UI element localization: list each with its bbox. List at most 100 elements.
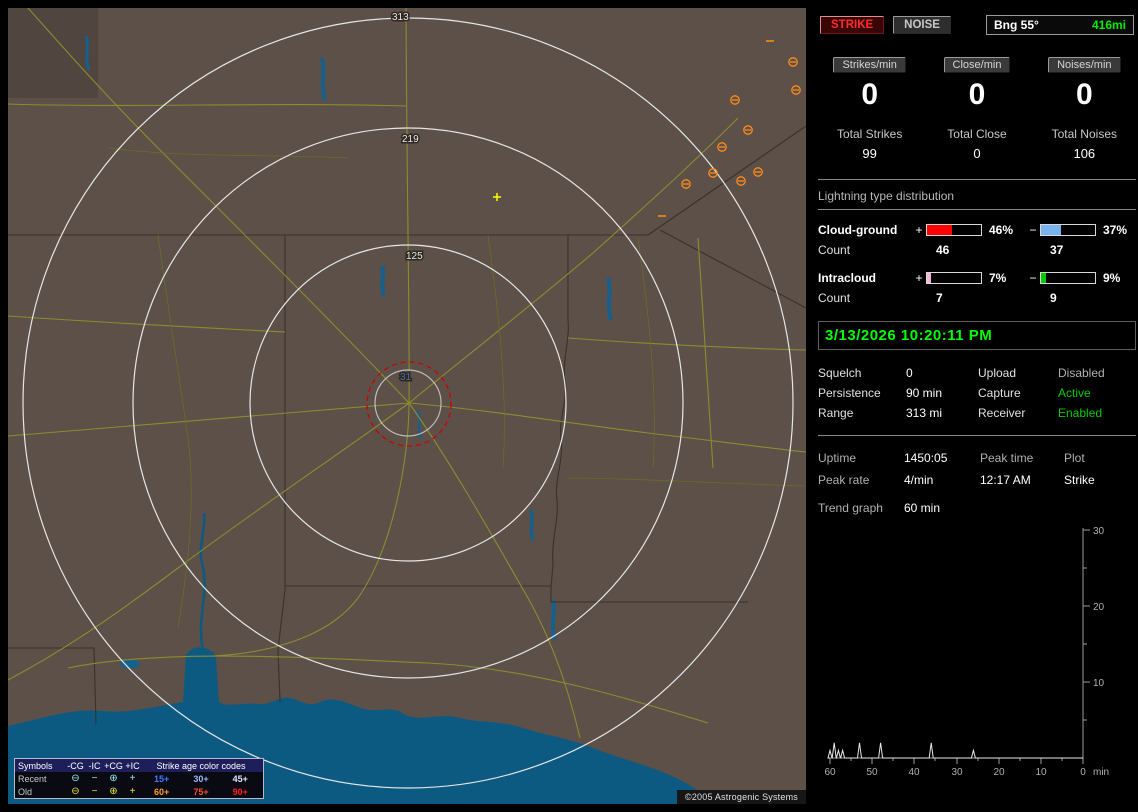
peak-rate-value: 4/min	[904, 473, 934, 487]
peak-rate-label: Peak rate	[818, 473, 870, 487]
legend-old-row: Old ⊖ − ⊕ + 60+ 75+ 90+	[15, 785, 263, 798]
app-window: 313 219 125 31 Symbols -CG -IC +CG +IC S…	[0, 0, 1138, 812]
trend-trace	[827, 742, 1083, 759]
settings-block: Squelch 0 Upload Disabled Persistence 90…	[818, 363, 1136, 423]
side-panel: STRIKE NOISE Bng 55° 416mi Strikes/min 0…	[816, 0, 1138, 812]
age-90: 90+	[232, 786, 248, 797]
strikes-per-min-column: Strikes/min 0 Total Strikes 99	[816, 57, 923, 161]
trend-x-tick: 30	[951, 767, 963, 778]
upload-status: Disabled	[1058, 366, 1105, 380]
map-area[interactable]: 313 219 125 31 Symbols -CG -IC +CG +IC S…	[8, 8, 806, 804]
old-pcg-icon: ⊕	[109, 785, 118, 797]
range-label: Range	[818, 406, 854, 420]
bearing-display: Bng 55° 416mi	[986, 15, 1134, 35]
trend-x-tick: 20	[993, 767, 1005, 778]
old-pic-icon: +	[129, 785, 136, 797]
recent-nic-icon: −	[91, 772, 98, 784]
session-row: Uptime 1450:05 Peak time Plot	[818, 447, 1136, 469]
age-15: 15+	[154, 773, 170, 784]
settings-row: Squelch 0 Upload Disabled	[818, 363, 1136, 383]
intracloud-count-row: Count 7 9	[818, 288, 1136, 308]
intracloud-negative-pct: 9%	[1103, 271, 1121, 285]
legend-col-pcg: +CG	[104, 760, 123, 771]
trend-graph-range: 60 min	[904, 501, 941, 515]
intracloud-label: Intracloud	[818, 271, 877, 285]
persistence-label: Persistence	[818, 386, 881, 400]
trend-y-tick: 30	[1093, 526, 1105, 537]
trend-x-tick: 50	[866, 767, 878, 778]
persistence-value: 90 min	[906, 386, 943, 400]
total-noises-value: 106	[1073, 146, 1096, 161]
separator	[818, 179, 1136, 180]
strike-button[interactable]: STRIKE	[820, 16, 885, 34]
noises-per-min-label: Noises/min	[1048, 57, 1121, 73]
cloud-ground-count-row: Count 46 37	[818, 240, 1136, 260]
trend-graph-header: Trend graph 60 min	[818, 498, 1136, 518]
distance-value: 416mi	[1091, 18, 1126, 32]
cloud-ground-negative-pct: 37%	[1103, 223, 1128, 237]
capture-label: Capture	[978, 386, 1021, 400]
strikes-per-min-label: Strikes/min	[833, 57, 906, 73]
old-ncg-icon: ⊖	[71, 785, 80, 797]
recent-pcg-icon: ⊕	[109, 772, 118, 784]
session-block: Uptime 1450:05 Peak time Plot Peak rate …	[818, 447, 1136, 491]
toolbar: STRIKE NOISE Bng 55° 416mi	[820, 15, 1134, 35]
peak-time-label: Peak time	[980, 451, 1034, 465]
range-ring-label: 31	[400, 372, 412, 383]
recent-ncg-icon: ⊖	[71, 772, 80, 784]
count-label: Count	[818, 243, 851, 257]
map-svg[interactable]: 313 219 125 31	[8, 8, 806, 804]
total-noises-label: Total Noises	[1051, 127, 1117, 141]
settings-row: Persistence 90 min Capture Active	[818, 383, 1136, 403]
legend-col-nic: -IC	[88, 760, 101, 771]
trend-y-tick: 20	[1093, 602, 1105, 613]
recent-pic-icon: +	[129, 772, 136, 784]
close-per-min-value: 0	[968, 78, 986, 111]
plot-label: Plot	[1064, 451, 1085, 465]
peak-time-value: 12:17 AM	[980, 473, 1031, 487]
range-ring-label: 125	[406, 251, 423, 262]
minus-sign: −	[1029, 223, 1037, 237]
age-30: 30+	[193, 773, 209, 784]
legend-col-pic: +IC	[125, 760, 140, 771]
total-strikes-label: Total Strikes	[836, 127, 903, 141]
minus-sign: −	[1029, 271, 1037, 285]
intracloud-row: Intracloud + 7% − 9%	[818, 268, 1136, 288]
bearing-label: Bng 55°	[994, 18, 1039, 32]
total-strikes-value: 99	[862, 146, 877, 161]
noises-per-min-column: Noises/min 0 Total Noises 106	[1031, 57, 1138, 161]
trend-x-tick: 0	[1080, 767, 1086, 778]
legend-old-label: Old	[18, 786, 33, 797]
legend-header-row: Symbols -CG -IC +CG +IC Strike age color…	[15, 759, 263, 772]
age-75: 75+	[193, 786, 209, 797]
copyright-credit: ©2005 Astrogenic Systems	[677, 790, 806, 804]
legend-recent-row: Recent ⊖ − ⊕ + 15+ 30+ 45+	[15, 772, 263, 785]
intracloud-positive-count: 7	[936, 291, 943, 305]
capture-status: Active	[1058, 386, 1091, 400]
range-ring-label: 313	[392, 12, 409, 23]
legend-recent-label: Recent	[18, 773, 47, 784]
cloud-ground-row: Cloud-ground + 46% − 37%	[818, 220, 1136, 240]
receiver-label: Receiver	[978, 406, 1026, 420]
range-ring-label: 219	[402, 134, 419, 145]
close-per-min-column: Close/min 0 Total Close 0	[923, 57, 1030, 161]
total-close-label: Total Close	[947, 127, 1007, 141]
strike-legend: Symbols -CG -IC +CG +IC Strike age color…	[14, 758, 264, 799]
map-shade-corner	[8, 8, 98, 98]
noises-per-min-value: 0	[1075, 78, 1093, 111]
noise-button[interactable]: NOISE	[893, 16, 951, 34]
trend-graph-label: Trend graph	[818, 501, 883, 515]
legend-col-ncg: -CG	[67, 760, 84, 771]
trend-x-unit: min	[1093, 767, 1109, 778]
gauge-cloud-ground-positive	[926, 224, 982, 236]
receiver-status: Enabled	[1058, 406, 1103, 420]
gauge-cloud-ground-negative	[1040, 224, 1096, 236]
count-label: Count	[818, 291, 851, 305]
cloud-ground-positive-count: 46	[936, 243, 950, 257]
age-45: 45+	[232, 773, 248, 784]
gauge-intracloud-positive	[926, 272, 982, 284]
cloud-ground-label: Cloud-ground	[818, 223, 898, 237]
cloud-ground-positive-pct: 46%	[989, 223, 1014, 237]
legend-title: Symbols	[18, 760, 53, 771]
gauge-intracloud-negative	[1040, 272, 1096, 284]
